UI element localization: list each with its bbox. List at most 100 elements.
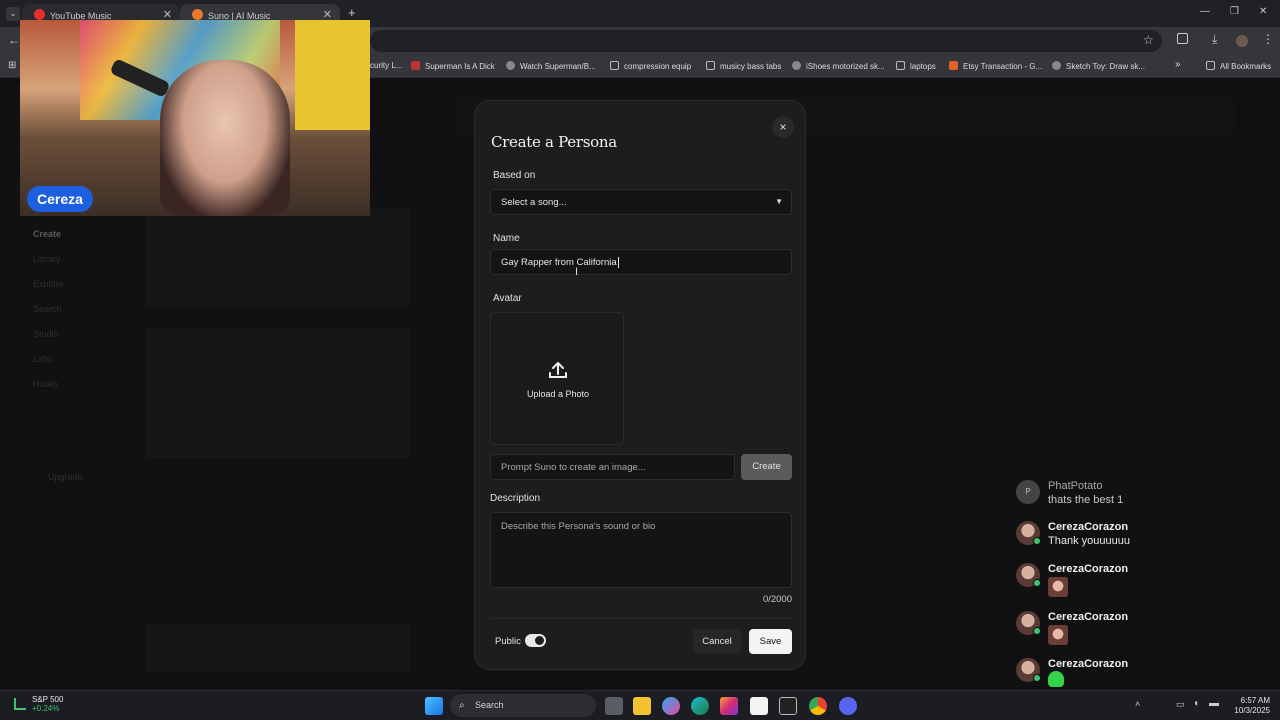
- song-select[interactable]: Select a song... ▼: [490, 189, 792, 215]
- upload-icon: [549, 362, 567, 378]
- menu-icon[interactable]: ⋮: [1262, 32, 1274, 46]
- create-image-button[interactable]: Create: [741, 454, 792, 480]
- suno-icon: [192, 9, 203, 20]
- streamer-name-badge: Cereza: [27, 186, 93, 212]
- copilot-icon[interactable]: [662, 697, 680, 715]
- bookmark-item[interactable]: compression equip: [610, 61, 691, 71]
- sidebar-item-labs: Labs: [33, 354, 53, 364]
- bookmark-item[interactable]: musicy bass tabs: [706, 61, 781, 71]
- chat-username: CerezaCorazon: [1048, 521, 1129, 533]
- edge-icon[interactable]: [691, 697, 709, 715]
- lyrics-panel-ghost: [145, 208, 410, 308]
- sidebar-item-library: Library: [33, 254, 61, 264]
- chat-message: CerezaCorazon: [1016, 611, 1196, 647]
- bookmark-item[interactable]: Watch Superman/B...: [506, 61, 596, 71]
- emote-face-icon: [1048, 625, 1068, 645]
- restore-icon[interactable]: ❐: [1230, 6, 1239, 17]
- character-count: 0/2000: [762, 594, 792, 605]
- status-dot: [1033, 674, 1041, 682]
- close-icon[interactable]: ×: [772, 116, 794, 138]
- image-prompt-input[interactable]: Prompt Suno to create an image...: [490, 454, 735, 480]
- network-icon[interactable]: ▭: [1176, 699, 1185, 710]
- globe-icon: [506, 61, 515, 70]
- stock-widget[interactable]: S&P 500 +0.24%: [14, 695, 63, 713]
- new-tab-button[interactable]: +: [348, 5, 356, 20]
- apps-icon[interactable]: ⊞: [8, 60, 16, 71]
- chat-username: CerezaCorazon: [1048, 658, 1129, 670]
- bookmark-item[interactable]: laptops: [896, 61, 936, 71]
- chat-message: CerezaCorazon: [1016, 563, 1196, 599]
- upgrade-button: Upgrade: [48, 472, 83, 482]
- volume-icon[interactable]: ◖: [1193, 698, 1199, 709]
- sidebar-item-create: Create: [33, 229, 62, 239]
- back-icon[interactable]: ←: [8, 33, 20, 47]
- instagram-icon[interactable]: [720, 697, 738, 715]
- clock-time: 6:57 AM: [1240, 696, 1270, 705]
- profile-avatar[interactable]: [1236, 35, 1248, 47]
- folder-icon: [896, 61, 905, 70]
- extensions-icon[interactable]: [1177, 33, 1188, 44]
- chat-username: PhatPotato: [1048, 480, 1103, 492]
- bookmark-item[interactable]: iShoes motorized sk...: [792, 61, 885, 71]
- name-field[interactable]: Gay Rapper from California: [490, 249, 792, 275]
- chat-message: CerezaCorazon: [1016, 658, 1196, 688]
- bookmark-item[interactable]: Sketch Toy: Draw sk...: [1052, 61, 1145, 71]
- folder-icon: [1206, 61, 1215, 70]
- name-label: Name: [493, 233, 520, 244]
- chrome-icon[interactable]: [809, 697, 827, 715]
- avatar: P: [1016, 480, 1040, 504]
- globe-icon: [792, 61, 801, 70]
- webcam-background: [295, 20, 370, 130]
- amazon-icon[interactable]: [750, 697, 768, 715]
- bookmark-label: iShoes motorized sk...: [806, 62, 885, 71]
- based-on-label: Based on: [493, 170, 536, 181]
- bookmark-label: Superman Is A Dick: [425, 62, 495, 71]
- sidebar-item-explore: Explore: [33, 279, 64, 289]
- battery-icon[interactable]: ▬: [1209, 698, 1219, 709]
- avatar-label: Avatar: [493, 293, 522, 304]
- xbox-app-icon[interactable]: [779, 697, 797, 715]
- bookmark-item[interactable]: Etsy Transaction - G...: [949, 61, 1042, 71]
- taskbar-search[interactable]: ⌕ Search: [450, 694, 596, 717]
- cancel-button[interactable]: Cancel: [693, 629, 741, 654]
- image-prompt-placeholder: Prompt Suno to create an image...: [501, 461, 646, 473]
- minimize-icon[interactable]: —: [1200, 6, 1210, 17]
- close-window-icon[interactable]: ✕: [1259, 6, 1267, 17]
- more-bookmarks-button[interactable]: »: [1175, 59, 1181, 70]
- windows-start-icon[interactable]: [425, 697, 443, 715]
- sidebar-item-hooks: Hooks: [33, 379, 59, 389]
- task-view-icon[interactable]: [605, 697, 623, 715]
- bookmark-label: laptops: [910, 62, 936, 71]
- download-icon[interactable]: ⤓: [1212, 32, 1217, 47]
- emote-face-icon: [1048, 577, 1068, 597]
- styles-panel-ghost: [145, 328, 410, 458]
- avatar-upload-dropzone[interactable]: Upload a Photo: [490, 312, 624, 445]
- bookmark-label: All Bookmarks: [1220, 62, 1272, 71]
- globe-icon: [1052, 61, 1061, 70]
- file-explorer-icon[interactable]: [633, 697, 651, 715]
- discord-icon[interactable]: [839, 697, 857, 715]
- bookmark-item[interactable]: curity L...: [370, 61, 402, 70]
- sidebar-item-studio: Studio: [33, 329, 59, 339]
- sidebar-item-search: Search: [33, 304, 62, 314]
- save-button[interactable]: Save: [749, 629, 792, 654]
- bookmark-star-icon[interactable]: ☆: [1143, 33, 1154, 47]
- system-clock[interactable]: 6:57 AM 10/3/2025: [1222, 696, 1270, 716]
- bookmark-item[interactable]: Superman Is A Dick: [411, 61, 495, 71]
- bookmark-label: curity L...: [370, 61, 403, 70]
- description-placeholder: Describe this Persona's sound or bio: [501, 521, 656, 532]
- bookmark-label: Watch Superman/B...: [520, 62, 596, 71]
- bookmark-label: Etsy Transaction - G...: [963, 62, 1043, 71]
- text-cursor-icon: I: [575, 266, 579, 278]
- text-cursor: [617, 256, 619, 268]
- description-textarea[interactable]: Describe this Persona's sound or bio: [490, 512, 792, 588]
- tray-chevron-icon[interactable]: ˄: [1135, 699, 1140, 709]
- public-toggle[interactable]: [525, 634, 546, 647]
- bookmark-label: musicy bass tabs: [720, 62, 782, 71]
- url-field[interactable]: [370, 30, 1162, 52]
- modal-title: Create a Persona: [491, 133, 617, 151]
- chevron-down-icon: ▼: [775, 197, 783, 206]
- all-bookmarks-button[interactable]: All Bookmarks: [1206, 61, 1271, 71]
- tab-search-button[interactable]: ⌄: [6, 7, 20, 21]
- video-icon: [411, 61, 420, 70]
